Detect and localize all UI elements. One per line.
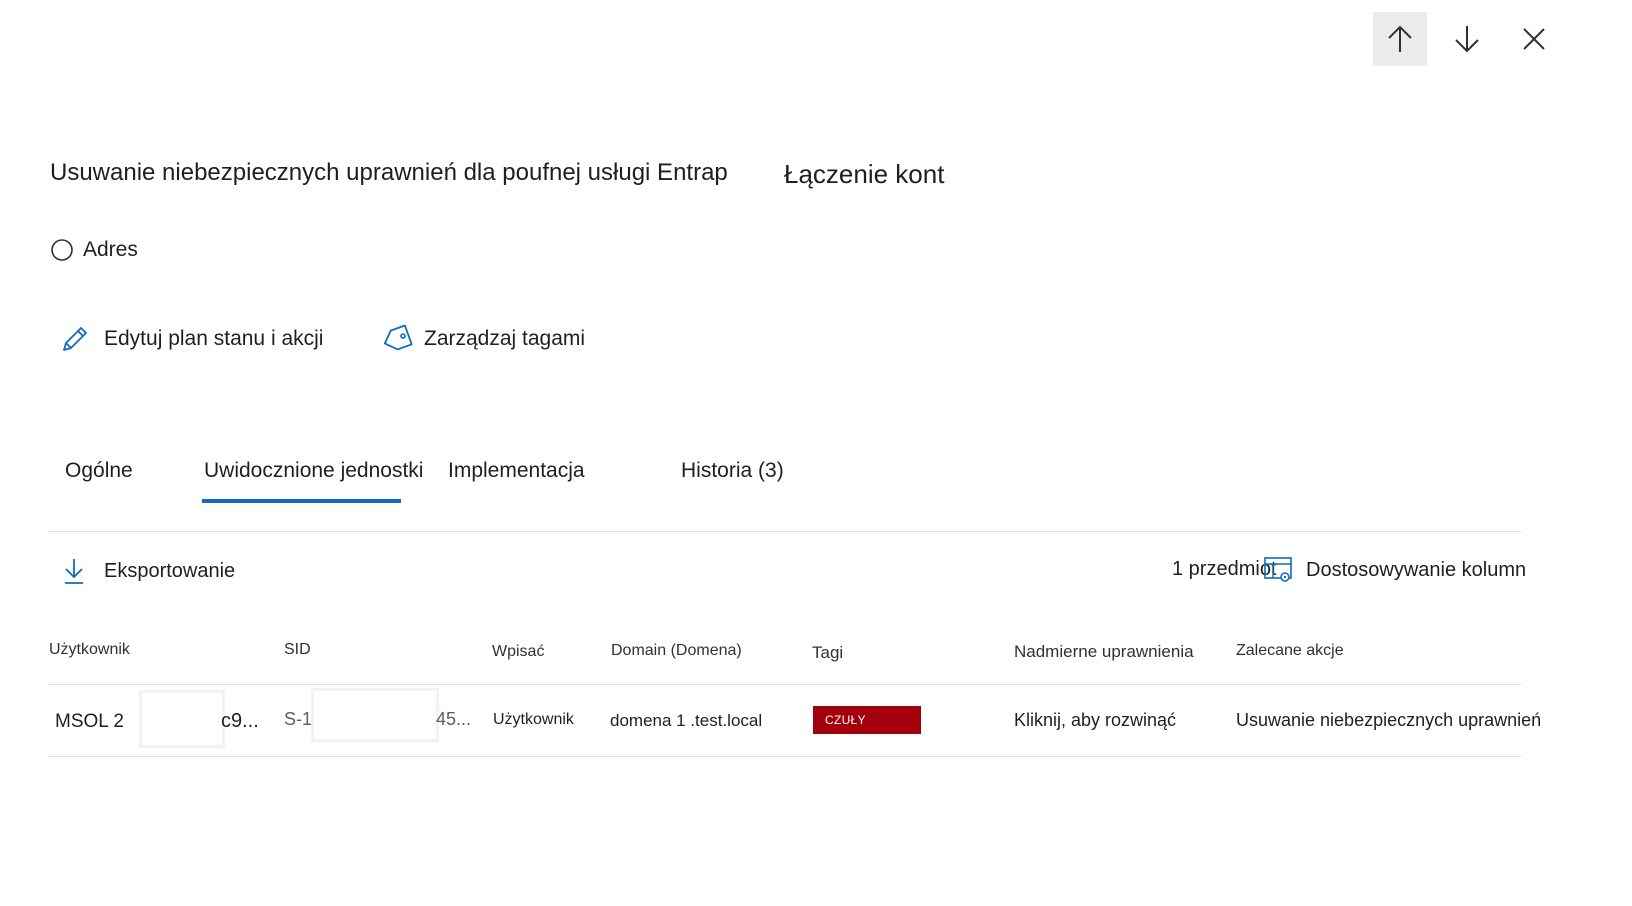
sid-prefix: S-1 [284, 709, 313, 729]
page-subtitle: Łączenie kont [784, 159, 945, 189]
column-header-recommended-actions[interactable]: Zalecane akcje [1236, 642, 1344, 660]
page-title: Usuwanie niebezpiecznych uprawnień dla p… [50, 159, 728, 186]
sensitive-tag-badge: CZUŁY [813, 706, 921, 734]
tab-history[interactable]: Historia (3) [681, 459, 784, 483]
previous-button[interactable] [1373, 12, 1427, 66]
table-row[interactable]: MSOL 2 c9... S-1 45... Użytkownik domena… [48, 686, 1541, 756]
close-button[interactable] [1507, 12, 1561, 66]
customize-columns-label: Dostosowywanie kolumn [1306, 558, 1527, 581]
tab-exposed-entities[interactable]: Uwidocznione jednostki [204, 459, 423, 483]
tabs-divider [48, 531, 1521, 532]
tag-label: CZUŁY [825, 713, 866, 727]
next-button[interactable] [1440, 12, 1494, 66]
recommended-action-value: Usuwanie niebezpiecznych uprawnień [1236, 710, 1542, 730]
redacted-user-block [139, 690, 225, 748]
row-divider [48, 756, 1521, 757]
manage-tags-label: Zarządzaj tagami [424, 327, 586, 350]
column-header-user[interactable]: Użytkownik [49, 641, 130, 659]
manage-tags-button[interactable]: Zarządzaj tagami [381, 324, 585, 354]
export-button[interactable]: Eksportowanie [62, 557, 235, 585]
tab-implementation[interactable]: Implementacja [448, 459, 585, 483]
header-divider [48, 684, 1521, 685]
column-header-domain[interactable]: Domain (Domena) [611, 642, 742, 660]
column-header-tags[interactable]: Tagi [812, 643, 843, 663]
type-value: Użytkownik [493, 711, 574, 728]
column-header-type[interactable]: Wpisać [492, 643, 544, 661]
close-icon [1523, 28, 1545, 50]
sid-suffix: 45... [436, 709, 472, 729]
item-count: 1 przedmiot [1172, 558, 1277, 580]
redacted-sid-block [311, 688, 439, 742]
arrow-up-icon [1388, 25, 1412, 52]
domain-value: domena 1 .test.local [610, 711, 763, 730]
column-header-excessive-permissions[interactable]: Nadmierne uprawnienia [1014, 642, 1194, 662]
edit-state-label: Edytuj plan stanu i akcji [104, 327, 324, 350]
tab-selected-indicator [202, 499, 401, 503]
edit-state-button[interactable]: Edytuj plan stanu i akcji [60, 324, 323, 354]
status-label: Adres [83, 238, 138, 261]
expand-excessive-link[interactable]: Kliknij, aby rozwinąć [1014, 710, 1176, 731]
user-name-prefix: MSOL 2 [55, 711, 124, 732]
arrow-down-icon [1455, 26, 1479, 53]
pencil-icon [63, 327, 87, 351]
table-settings-icon [1264, 557, 1292, 582]
circle-status-icon [51, 239, 73, 261]
customize-columns-button[interactable]: Dostosowywanie kolumn [1263, 556, 1526, 584]
download-icon [65, 559, 83, 584]
tab-general[interactable]: Ogólne [65, 459, 133, 483]
export-label: Eksportowanie [104, 559, 236, 582]
tag-icon [383, 324, 413, 351]
status-indicator: Adres [50, 238, 138, 262]
user-name-suffix: c9... [221, 710, 259, 732]
column-header-sid[interactable]: SID [284, 641, 311, 659]
